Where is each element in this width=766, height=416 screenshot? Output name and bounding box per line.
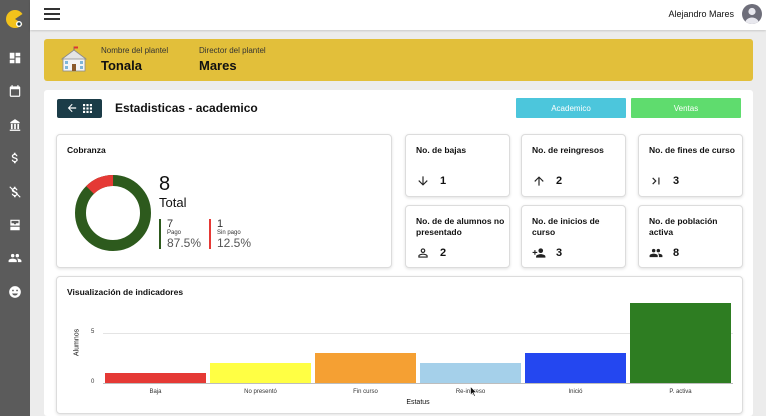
y-tick-label: 0 — [91, 379, 95, 385]
arrow-left-icon — [67, 100, 77, 118]
chart-bar — [420, 363, 521, 383]
chart-bar — [525, 353, 626, 383]
indicators-title: Visualización de indicadores — [67, 287, 184, 297]
y-tick-label: 5 — [91, 329, 95, 335]
school-icon[interactable] — [5, 115, 25, 135]
x-tick-label: Inició — [568, 389, 583, 395]
stat-card-fines-curso: No. de fines de curso 3 — [638, 134, 743, 197]
main-panel: Estadisticas - academico Academico Venta… — [44, 90, 753, 416]
arrow-down-icon — [416, 174, 430, 188]
stat-title: No. de fines de curso — [649, 145, 735, 155]
arrow-up-icon — [532, 174, 546, 188]
mouse-cursor-icon — [470, 386, 477, 397]
pago-count: 7 — [167, 218, 174, 230]
tab-ventas[interactable]: Ventas — [631, 98, 741, 118]
stat-card-no-presentado: No. de de alumnos no presentado 2 — [405, 205, 510, 268]
chart-bar — [315, 353, 416, 383]
top-bar: Alejandro Mares — [30, 0, 766, 30]
app-logo-icon[interactable] — [5, 9, 25, 29]
dashboard-icon[interactable] — [5, 48, 25, 68]
director-name: Mares — [199, 58, 237, 73]
side-navigation — [0, 0, 30, 416]
stat-card-reingresos: No. de reingresos 2 — [521, 134, 626, 197]
school-banner: Nombre del plantel Tonala Director del p… — [44, 39, 753, 81]
menu-icon[interactable] — [44, 8, 60, 22]
chart-bar — [630, 303, 731, 383]
calendar-icon[interactable] — [5, 81, 25, 101]
stat-card-bajas: No. de bajas 1 — [405, 134, 510, 197]
x-tick-label: Fin curso — [353, 389, 378, 395]
people-icon[interactable] — [5, 248, 25, 268]
pago-percent: 87.5% — [167, 236, 202, 250]
group-icon — [649, 246, 663, 260]
legend-pago: 7 Pago 87.5% — [159, 218, 202, 250]
stat-title: No. de inicios de curso — [532, 216, 600, 237]
stat-title: No. de bajas — [416, 145, 467, 155]
stat-card-poblacion-activa: No. de población activa 8 — [638, 205, 743, 268]
stat-value: 3 — [556, 247, 563, 259]
avatar[interactable] — [742, 4, 762, 24]
tab-academico[interactable]: Academico — [516, 98, 626, 118]
chart-bar — [105, 373, 206, 383]
x-tick-label: Baja — [149, 389, 162, 395]
x-tick-label: P. activa — [669, 389, 692, 395]
school-building-icon — [60, 46, 88, 74]
indicators-card: Visualización de indicadores 0 5 Baja No pr… — [56, 276, 743, 414]
cobranza-title: Cobranza — [67, 145, 106, 155]
sin-pago-count: 1 — [217, 218, 224, 230]
back-button[interactable] — [57, 99, 102, 118]
person-add-icon — [532, 246, 546, 260]
stat-value: 2 — [440, 247, 447, 259]
sin-pago-percent: 12.5% — [217, 236, 252, 250]
cobranza-total: 8 — [159, 173, 171, 195]
stat-card-inicios-curso: No. de inicios de curso 3 — [521, 205, 626, 268]
legend-sin-pago: 1 Sin pago 12.5% — [209, 218, 252, 250]
stat-value: 8 — [673, 247, 680, 259]
stat-value: 1 — [440, 175, 447, 187]
cobranza-card: Cobranza 8 Total 7 Pago 87.5% 1 Sin pago… — [56, 134, 392, 268]
page-title: Estadisticas - academico — [115, 101, 258, 115]
user-name[interactable]: Alejandro Mares — [668, 9, 734, 19]
cobranza-donut-chart — [75, 175, 151, 251]
stat-title: No. de de alumnos no presentado — [416, 216, 505, 237]
grid-icon — [83, 100, 92, 118]
person-outline-icon — [416, 246, 430, 260]
no-money-icon[interactable] — [5, 182, 25, 202]
chart-bar — [210, 363, 311, 383]
grid-line — [103, 383, 733, 384]
face-icon[interactable] — [5, 282, 25, 302]
stat-title: No. de población activa — [649, 216, 718, 237]
school-label: Nombre del plantel — [101, 46, 169, 55]
cobranza-total-label: Total — [159, 195, 187, 210]
x-axis-label: Estatus — [406, 399, 430, 406]
y-axis-label: Alumnos — [73, 328, 81, 357]
x-tick-label: No presentó — [244, 389, 277, 395]
stat-title: No. de reingresos — [532, 145, 604, 155]
director-label: Director del plantel — [199, 46, 266, 55]
skip-end-icon — [649, 174, 663, 188]
inbox-icon[interactable] — [5, 215, 25, 235]
dollar-icon[interactable] — [5, 148, 25, 168]
school-name: Tonala — [101, 58, 142, 73]
stat-value: 2 — [556, 175, 563, 187]
stat-value: 3 — [673, 175, 680, 187]
